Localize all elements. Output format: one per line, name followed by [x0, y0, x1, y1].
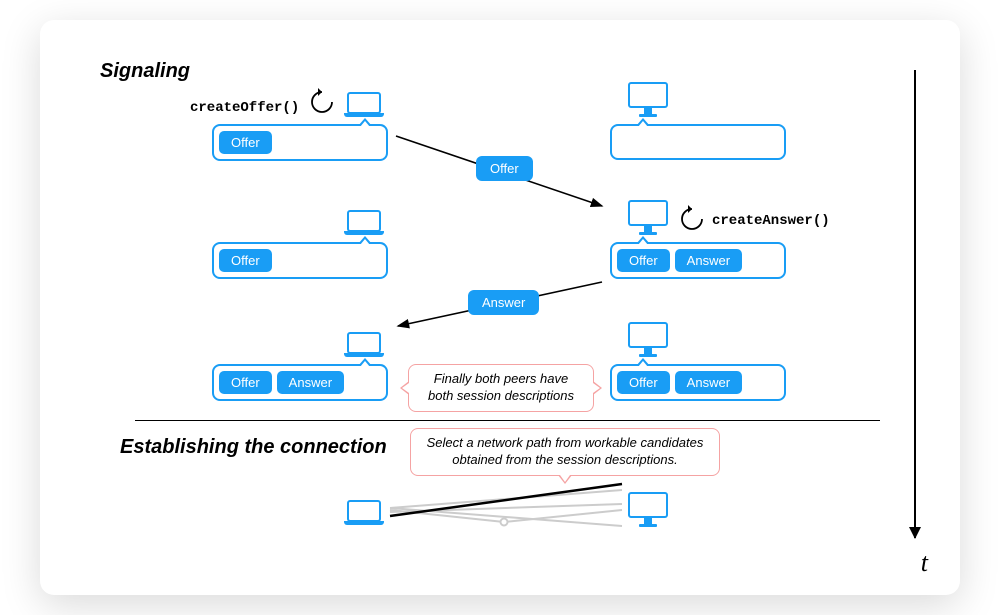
diagram-canvas: t Signaling createOffer() Offer Offer Of… — [40, 20, 960, 595]
offer-chip: Offer — [219, 371, 272, 394]
peer-state-bubble: Offer Answer — [610, 364, 786, 401]
offer-chip: Offer — [219, 131, 272, 154]
laptop-icon — [344, 500, 384, 526]
code-create-offer-label: createOffer() — [190, 100, 299, 116]
answer-chip: Answer — [675, 249, 742, 272]
candidate-paths-icon — [386, 478, 626, 538]
answer-chip: Answer — [675, 371, 742, 394]
peer-state-bubble: Offer — [212, 242, 388, 279]
answer-transit-chip: Answer — [468, 290, 539, 315]
self-loop-icon — [308, 88, 336, 116]
answer-chip: Answer — [277, 371, 344, 394]
callout-text: Select a network path from workable cand… — [427, 435, 704, 467]
peer-state-bubble: Offer Answer — [610, 242, 786, 279]
offer-transit-chip: Offer — [476, 156, 533, 181]
heading-establishing: Establishing the connection — [120, 436, 387, 459]
peer-state-bubble: Offer — [212, 124, 388, 161]
peer-state-bubble: Offer Answer — [212, 364, 388, 401]
heading-signaling: Signaling — [100, 60, 190, 83]
offer-chip: Offer — [617, 249, 670, 272]
phase-divider — [135, 420, 880, 421]
laptop-icon — [344, 92, 384, 118]
callout-text: Finally both peers have both session des… — [428, 371, 574, 403]
desktop-icon — [628, 492, 668, 528]
desktop-icon — [628, 200, 668, 236]
desktop-icon — [628, 322, 668, 358]
callout-select-path: Select a network path from workable cand… — [410, 428, 720, 476]
callout-both-peers: Finally both peers have both session des… — [408, 364, 594, 412]
offer-chip: Offer — [219, 249, 272, 272]
code-create-answer-label: createAnswer() — [712, 213, 830, 229]
peer-state-bubble — [610, 124, 786, 160]
laptop-icon — [344, 332, 384, 358]
time-axis-arrow — [914, 70, 916, 538]
desktop-icon — [628, 82, 668, 118]
offer-chip: Offer — [617, 371, 670, 394]
time-axis-label: t — [921, 548, 928, 578]
laptop-icon — [344, 210, 384, 236]
self-loop-icon — [678, 205, 706, 233]
